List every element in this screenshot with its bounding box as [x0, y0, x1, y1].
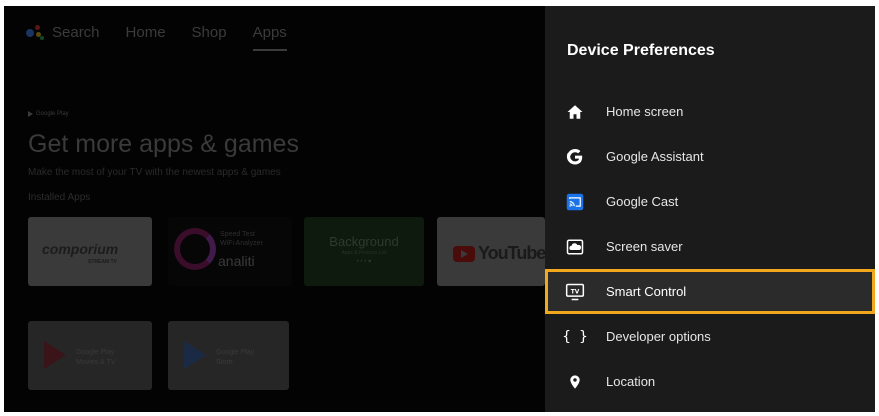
device-preferences-panel: Device Preferences Home screen Google As… — [545, 6, 875, 412]
menu-item-smart-control[interactable]: TV Smart Control — [545, 269, 875, 314]
location-pin-icon — [565, 372, 585, 392]
menu-item-label: Home screen — [606, 104, 684, 119]
menu-item-location[interactable]: Location — [545, 359, 875, 404]
play-movies-line-1: Google Play — [76, 349, 115, 356]
menu-item-label: Google Cast — [606, 194, 679, 209]
analiti-ring-icon — [174, 228, 216, 270]
play-store-line-1: Google Play — [216, 349, 255, 356]
tv-screen: Search Home Shop Apps Google Play Get mo… — [4, 6, 875, 412]
play-store-line-2: Store — [216, 359, 233, 366]
play-movies-caption: Google Play Movies & TV — [76, 348, 116, 368]
menu-item-google-assistant[interactable]: Google Assistant — [545, 134, 875, 179]
section-label-installed-apps: Installed Apps — [28, 192, 91, 203]
google-play-brand-label: Google Play — [36, 111, 69, 117]
cast-icon — [565, 192, 585, 212]
menu-item-google-cast[interactable]: Google Cast — [545, 179, 875, 224]
svg-text:TV: TV — [571, 289, 580, 295]
play-triangle-icon — [28, 111, 33, 117]
app-tile-youtube[interactable]: YouTube — [437, 217, 545, 286]
menu-item-developer-options[interactable]: { } Developer options — [545, 314, 875, 359]
comporium-logo-text: comporium — [42, 241, 119, 257]
page-subtitle: Make the most of your TV with the newest… — [28, 167, 281, 178]
menu-item-label: Smart Control — [606, 284, 687, 299]
menu-item-home-screen[interactable]: Home screen — [545, 89, 875, 134]
nav-shop[interactable]: Shop — [192, 24, 227, 41]
home-background: Search Home Shop Apps Google Play Get mo… — [4, 6, 545, 412]
app-tile-analiti[interactable]: Speed Test WiFi Analyzer analiti — [168, 217, 292, 286]
tv-icon: TV — [565, 282, 585, 302]
preferences-menu: Home screen Google Assistant Google Cast… — [545, 89, 875, 404]
analiti-line-2: WiFi Analyzer — [220, 240, 263, 247]
youtube-logo: YouTube — [453, 243, 545, 264]
app-tile-play-store[interactable]: Google Play Store — [168, 321, 289, 390]
google-assistant-dots-icon — [26, 24, 44, 41]
home-icon — [565, 102, 585, 122]
background-app-sub: Apps & Process List — [341, 250, 387, 256]
braces-icon: { } — [562, 329, 588, 345]
app-tile-comporium[interactable]: comporium STREAM TV — [28, 217, 152, 286]
play-store-icon — [184, 341, 206, 369]
youtube-wordmark: YouTube — [478, 243, 545, 263]
nav-home[interactable]: Home — [126, 24, 166, 41]
play-store-caption: Google Play Store — [216, 348, 254, 368]
app-tile-background-apps[interactable]: Background Apps & Process List • • • ♥ — [304, 217, 424, 286]
menu-item-screen-saver[interactable]: Screen saver — [545, 224, 875, 269]
panel-title: Device Preferences — [567, 42, 715, 59]
play-movies-line-2: Movies & TV — [76, 359, 116, 366]
menu-item-label: Location — [606, 374, 656, 389]
background-app-dots: • • • ♥ — [356, 259, 372, 265]
analiti-line-1: Speed Test — [220, 231, 255, 238]
comporium-sub-text: STREAM TV — [88, 259, 117, 265]
play-movies-icon — [44, 341, 66, 369]
google-play-brand: Google Play — [28, 111, 69, 117]
analiti-brand: analiti — [218, 253, 255, 269]
analiti-lines: Speed Test WiFi Analyzer — [220, 230, 263, 248]
nav-search[interactable]: Search — [52, 24, 100, 41]
menu-item-label: Screen saver — [606, 239, 683, 254]
youtube-play-icon — [453, 245, 475, 262]
nav-apps[interactable]: Apps — [252, 24, 288, 51]
google-g-icon — [565, 147, 585, 167]
background-app-title: Background — [329, 234, 399, 249]
screen-saver-icon — [565, 237, 585, 257]
top-nav: Search Home Shop Apps — [26, 24, 313, 51]
menu-item-label: Developer options — [606, 329, 711, 344]
page-title: Get more apps & games — [28, 130, 299, 158]
menu-item-label: Google Assistant — [606, 149, 704, 164]
app-tile-play-movies[interactable]: Google Play Movies & TV — [28, 321, 152, 390]
